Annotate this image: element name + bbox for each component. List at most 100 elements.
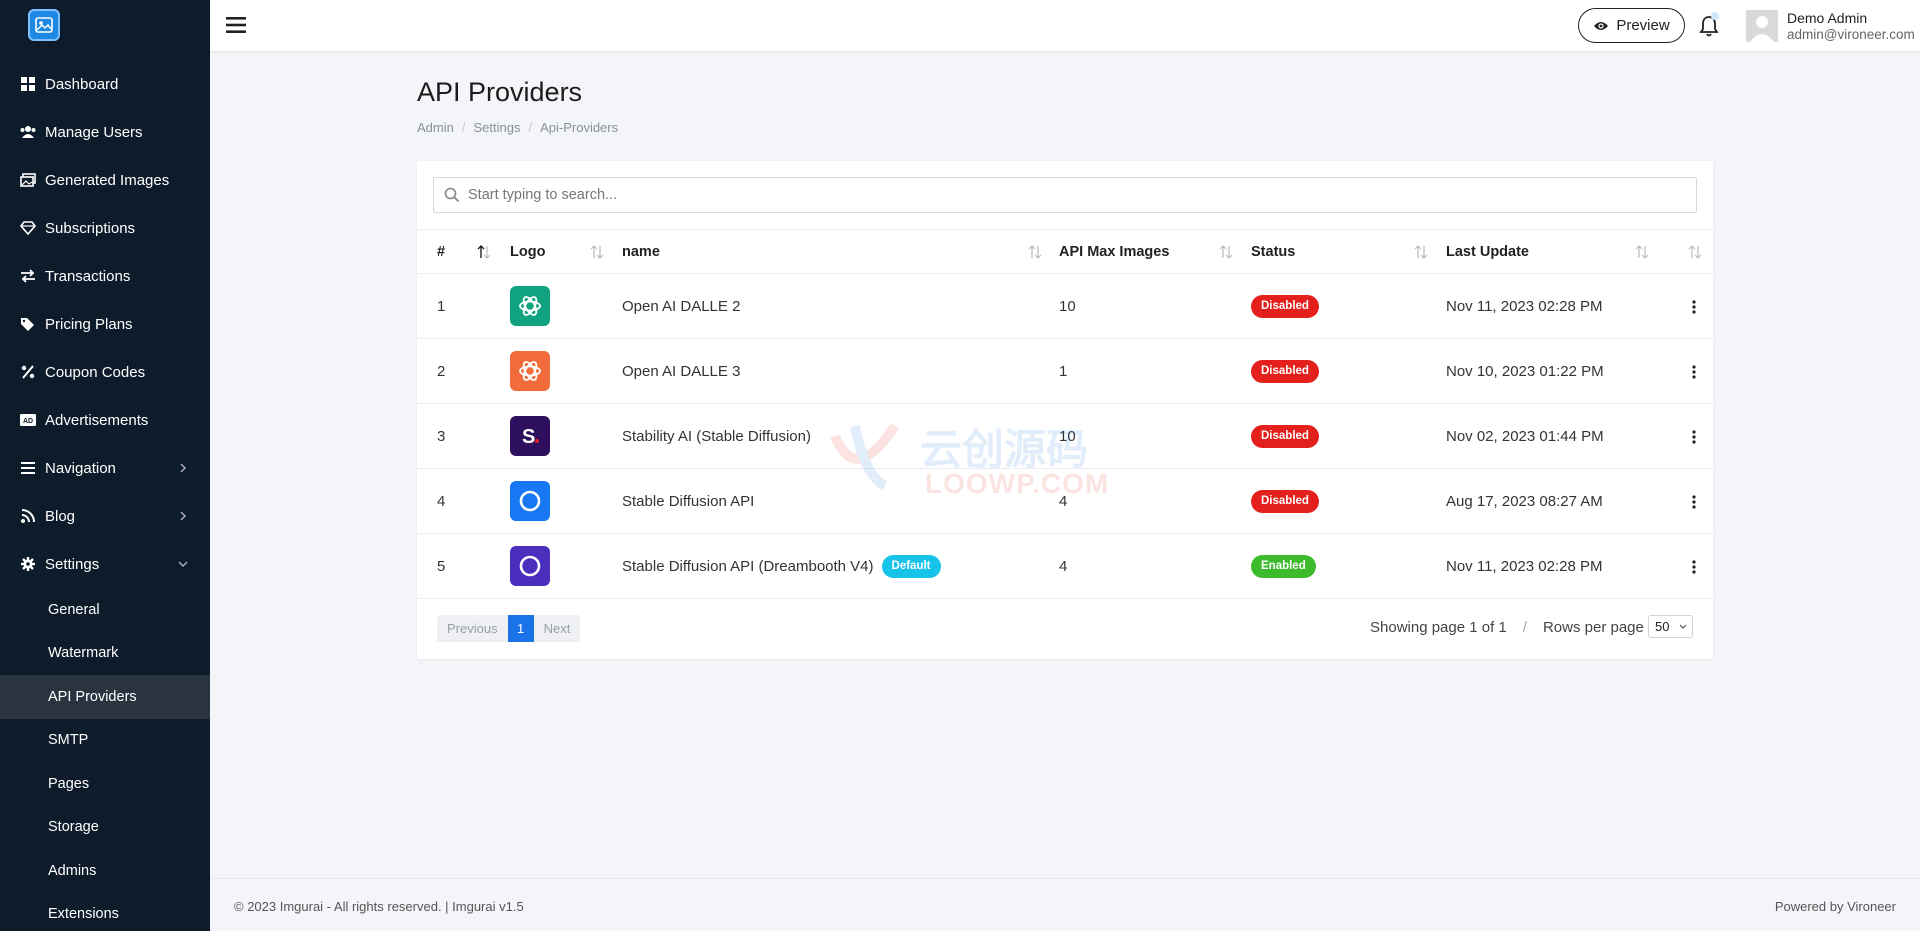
row-logo bbox=[510, 469, 550, 533]
sidebar-subitem-admins[interactable]: Admins bbox=[0, 849, 210, 893]
search-input[interactable] bbox=[468, 187, 1668, 203]
row-name-text: Stable Diffusion API (Dreambooth V4) bbox=[622, 557, 874, 575]
row-name: Stable Diffusion API bbox=[622, 492, 755, 510]
row-actions-button[interactable] bbox=[1687, 558, 1701, 576]
header-status[interactable]: Status bbox=[1251, 230, 1295, 274]
sidebar-subitem-watermark[interactable]: Watermark bbox=[0, 632, 210, 676]
diamond-icon bbox=[20, 220, 36, 236]
user-name[interactable]: Demo Admin bbox=[1787, 10, 1867, 26]
breadcrumb-admin[interactable]: Admin bbox=[417, 120, 454, 135]
page-1-button[interactable]: 1 bbox=[507, 615, 534, 642]
row-name: Stable Diffusion API (Dreambooth V4) Def… bbox=[622, 534, 941, 598]
row-status: Disabled bbox=[1251, 469, 1319, 533]
table-row[interactable]: 1 Open AI DALLE 2 10 Disabled Nov 11, 20… bbox=[417, 274, 1713, 339]
header-number[interactable]: # bbox=[437, 230, 445, 274]
menu-toggle-icon[interactable] bbox=[226, 16, 246, 34]
sidebar-item-navigation[interactable]: Navigation bbox=[0, 444, 210, 492]
images-icon bbox=[20, 172, 36, 188]
sidebar-item-subscriptions[interactable]: Subscriptions bbox=[0, 204, 210, 252]
row-number: 2 bbox=[437, 362, 446, 380]
sidebar-item-generated-images[interactable]: Generated Images bbox=[0, 156, 210, 204]
app-logo-icon[interactable] bbox=[28, 9, 60, 41]
sidebar-subitem-storage[interactable]: Storage bbox=[0, 806, 210, 850]
breadcrumb-settings[interactable]: Settings bbox=[473, 120, 520, 135]
header-last-update[interactable]: Last Update bbox=[1446, 230, 1529, 274]
sidebar-item-transactions[interactable]: Transactions bbox=[0, 252, 210, 300]
exchange-icon bbox=[20, 268, 36, 284]
sidebar-subitem-api-providers[interactable]: API Providers bbox=[0, 675, 210, 719]
sort-icon[interactable] bbox=[1414, 244, 1428, 260]
row-last-update: Nov 10, 2023 01:22 PM bbox=[1446, 362, 1604, 380]
table-row[interactable]: 2 Open AI DALLE 3 1 Disabled Nov 10, 202… bbox=[417, 339, 1713, 404]
row-number: 4 bbox=[437, 492, 446, 510]
sort-asc-icon[interactable] bbox=[477, 244, 491, 260]
avatar[interactable] bbox=[1746, 10, 1778, 42]
row-actions-button[interactable] bbox=[1687, 363, 1701, 381]
sidebar-item-manage-users[interactable]: Manage Users bbox=[0, 108, 210, 156]
svg-text:AD: AD bbox=[23, 418, 33, 425]
sidebar-item-label: Generated Images bbox=[45, 171, 170, 189]
providers-card: # Logo name API Max Images Status Last U… bbox=[417, 161, 1713, 659]
row-status: Enabled bbox=[1251, 534, 1316, 598]
row-max-images: 10 bbox=[1059, 297, 1076, 315]
search-box[interactable] bbox=[433, 177, 1697, 213]
default-badge: Default bbox=[881, 554, 941, 578]
sidebar-item-coupon-codes[interactable]: Coupon Codes bbox=[0, 348, 210, 396]
sidebar-subitem-pages[interactable]: Pages bbox=[0, 762, 210, 806]
row-actions-button[interactable] bbox=[1687, 298, 1701, 316]
preview-button[interactable]: Preview bbox=[1578, 8, 1685, 43]
sidebar-subitem-extensions[interactable]: Extensions bbox=[0, 893, 210, 931]
grid-icon bbox=[20, 76, 36, 92]
sidebar-item-dashboard[interactable]: Dashboard bbox=[0, 60, 210, 108]
sort-icon[interactable] bbox=[1688, 244, 1702, 260]
header-name[interactable]: name bbox=[622, 230, 660, 274]
row-max-images: 4 bbox=[1059, 557, 1068, 575]
row-logo bbox=[510, 274, 550, 338]
pagination-separator: / bbox=[1522, 619, 1527, 636]
table-row[interactable]: 5 Stable Diffusion API (Dreambooth V4) D… bbox=[417, 534, 1713, 599]
header-logo[interactable]: Logo bbox=[510, 230, 545, 274]
gear-icon bbox=[20, 556, 36, 572]
sidebar-item-label: Settings bbox=[45, 555, 100, 573]
kebab-menu-icon bbox=[1692, 495, 1696, 509]
header-api-max-images[interactable]: API Max Images bbox=[1059, 230, 1169, 274]
footer-powered-by[interactable]: Powered by Vironeer bbox=[1775, 899, 1896, 914]
sort-icon[interactable] bbox=[1219, 244, 1233, 260]
status-badge: Disabled bbox=[1251, 424, 1319, 448]
page-title: API Providers bbox=[417, 77, 583, 107]
row-actions-button[interactable] bbox=[1687, 493, 1701, 511]
sidebar-item-blog[interactable]: Blog bbox=[0, 492, 210, 540]
sort-icon[interactable] bbox=[590, 244, 604, 260]
prev-page-button[interactable]: Previous bbox=[437, 615, 508, 642]
next-page-button[interactable]: Next bbox=[534, 615, 581, 642]
sort-icon[interactable] bbox=[1028, 244, 1042, 260]
row-max-images: 4 bbox=[1059, 492, 1068, 510]
users-icon bbox=[20, 124, 36, 140]
sidebar-item-advertisements[interactable]: AD Advertisements bbox=[0, 396, 210, 444]
chevron-right-icon bbox=[180, 511, 187, 521]
kebab-menu-icon bbox=[1692, 560, 1696, 574]
eye-icon bbox=[1594, 21, 1609, 30]
table-row[interactable]: 4 Stable Diffusion API 4 Disabled Aug 17… bbox=[417, 469, 1713, 534]
openai-logo-icon bbox=[510, 286, 550, 326]
footer: © 2023 Imgurai - All rights reserved. | … bbox=[210, 878, 1920, 931]
rows-per-page-select[interactable]: 50 bbox=[1648, 615, 1693, 638]
sidebar-subitem-smtp[interactable]: SMTP bbox=[0, 719, 210, 763]
sidebar-item-pricing-plans[interactable]: Pricing Plans bbox=[0, 300, 210, 348]
row-logo bbox=[510, 339, 550, 403]
row-last-update: Nov 02, 2023 01:44 PM bbox=[1446, 427, 1604, 445]
search-icon bbox=[444, 187, 460, 203]
pagination: Previous 1 Next bbox=[437, 615, 581, 642]
row-actions-button[interactable] bbox=[1687, 428, 1701, 446]
sidebar-subitem-general[interactable]: General bbox=[0, 588, 210, 632]
table-row[interactable]: 3 S Stability AI (Stable Diffusion) 10 D… bbox=[417, 404, 1713, 469]
sidebar: Dashboard Manage Users Generated Images … bbox=[0, 0, 210, 931]
kebab-menu-icon bbox=[1692, 300, 1696, 314]
svg-text:S: S bbox=[522, 426, 535, 448]
row-name: Stability AI (Stable Diffusion) bbox=[622, 427, 811, 445]
row-logo bbox=[510, 534, 550, 598]
sidebar-logo[interactable] bbox=[0, 0, 210, 50]
sidebar-item-settings[interactable]: Settings bbox=[0, 540, 210, 588]
sort-icon[interactable] bbox=[1635, 244, 1649, 260]
notification-dot bbox=[1711, 12, 1719, 20]
